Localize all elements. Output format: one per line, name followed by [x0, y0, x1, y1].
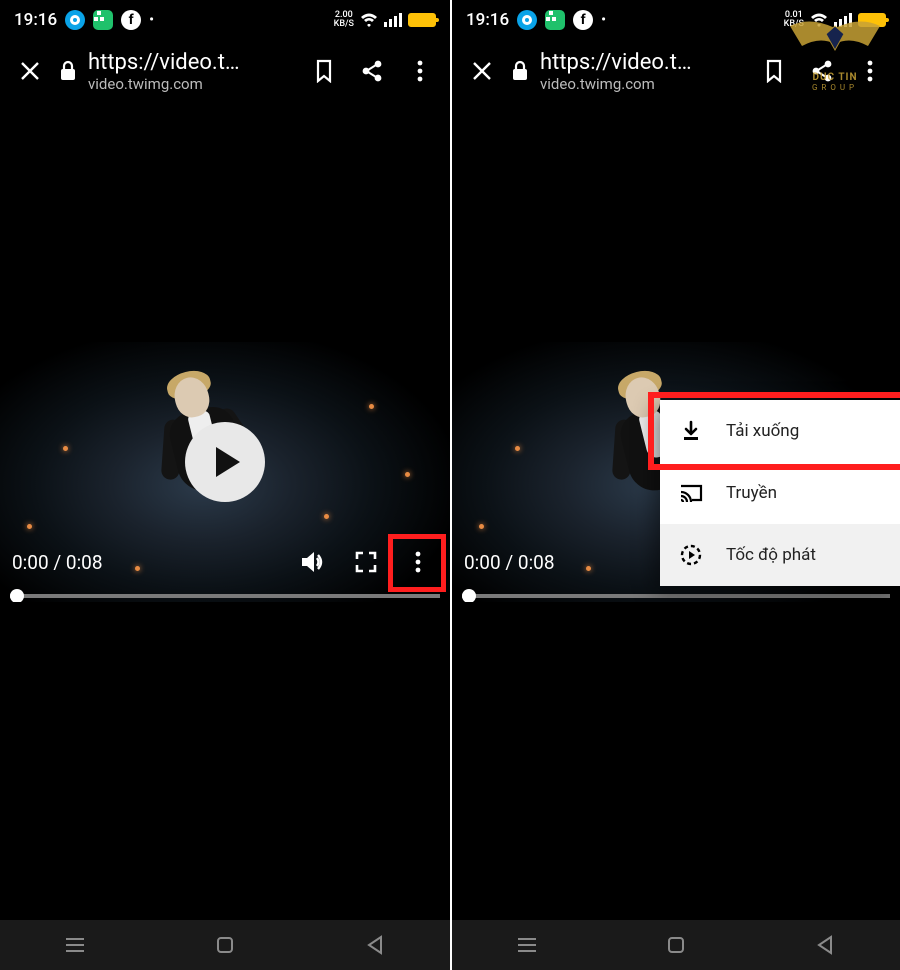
- close-button[interactable]: [462, 51, 502, 91]
- home-button[interactable]: [201, 930, 249, 960]
- menu-label: Tốc độ phát: [726, 545, 816, 565]
- page-content: 0:00 / 0:08: [0, 102, 450, 920]
- url-bar[interactable]: https://video.t… video.twimg.com: [540, 50, 692, 93]
- cell-signal-icon: [384, 13, 402, 27]
- time-label: 0:00 / 0:08: [12, 551, 282, 574]
- overflow-menu-button[interactable]: [400, 51, 440, 91]
- lock-icon: [510, 60, 530, 82]
- recents-button[interactable]: [503, 930, 551, 960]
- overflow-menu-button[interactable]: [850, 51, 890, 91]
- status-bar: 19:16 f • 2.00KB/S: [0, 0, 450, 40]
- phone-left: 19:16 f • 2.00KB/S: [0, 0, 450, 970]
- home-button[interactable]: [652, 930, 700, 960]
- recents-button[interactable]: [51, 930, 99, 960]
- network-speed: 0.01KB/S: [784, 11, 804, 29]
- statusbar-app-icon: [65, 10, 85, 30]
- play-button[interactable]: [185, 422, 265, 502]
- bookmark-button[interactable]: [754, 51, 794, 91]
- statusbar-facebook-icon: f: [573, 10, 593, 30]
- statusbar-facebook-icon: f: [121, 10, 141, 30]
- statusbar-more-icon: •: [601, 12, 606, 28]
- menu-speed[interactable]: Tốc độ phát: [660, 524, 900, 586]
- wifi-icon: [810, 13, 828, 27]
- network-speed: 2.00KB/S: [334, 11, 354, 29]
- url-bar[interactable]: https://video.t… video.twimg.com: [88, 50, 240, 93]
- volume-button[interactable]: [294, 542, 334, 582]
- status-bar: 19:16 f • 0.01KB/S: [452, 0, 900, 40]
- progress-bar[interactable]: [462, 594, 890, 598]
- page-content: 0:00 / 0:08 Tải xuống Truyền: [452, 102, 900, 920]
- statusbar-sim-icon: [545, 10, 565, 30]
- battery-icon: [408, 13, 436, 27]
- clock: 19:16: [466, 10, 509, 30]
- video-controls: 0:00 / 0:08: [0, 530, 450, 602]
- close-button[interactable]: [10, 51, 50, 91]
- speed-icon: [678, 542, 704, 568]
- cell-signal-icon: [834, 13, 852, 27]
- share-button[interactable]: [802, 51, 842, 91]
- menu-label: Truyền: [726, 483, 777, 503]
- back-button[interactable]: [351, 930, 399, 960]
- lock-icon: [58, 60, 78, 82]
- browser-toolbar: https://video.t… video.twimg.com: [0, 40, 450, 102]
- back-button[interactable]: [801, 930, 849, 960]
- clock: 19:16: [14, 10, 57, 30]
- highlight-box: [648, 392, 900, 470]
- progress-bar[interactable]: [10, 594, 440, 598]
- statusbar-sim-icon: [93, 10, 113, 30]
- menu-cast[interactable]: Truyền: [660, 462, 900, 524]
- cast-icon: [678, 480, 704, 506]
- bookmark-button[interactable]: [304, 51, 344, 91]
- phone-right: 19:16 f • 0.01KB/S: [450, 0, 900, 970]
- statusbar-more-icon: •: [149, 12, 154, 28]
- browser-toolbar: https://video.t… video.twimg.com: [452, 40, 900, 102]
- fullscreen-button[interactable]: [346, 542, 386, 582]
- highlight-box: [388, 534, 446, 592]
- statusbar-app-icon: [517, 10, 537, 30]
- video-frame[interactable]: 0:00 / 0:08: [0, 342, 450, 602]
- share-button[interactable]: [352, 51, 392, 91]
- system-nav-bar: [452, 920, 900, 970]
- system-nav-bar: [0, 920, 450, 970]
- wifi-icon: [360, 13, 378, 27]
- battery-icon: [858, 13, 886, 27]
